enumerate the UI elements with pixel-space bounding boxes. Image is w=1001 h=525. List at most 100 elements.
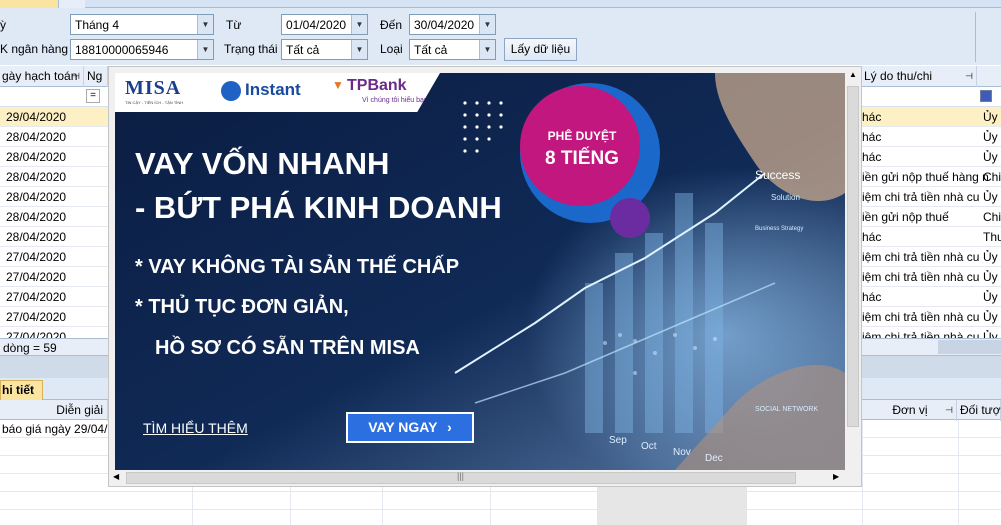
hscroll-thumb[interactable] (938, 340, 1001, 354)
row-type: Ủy (983, 310, 998, 324)
tu-value: 01/04/2020 (286, 18, 347, 32)
row-date: 27/04/2020 (6, 310, 67, 324)
loai-select[interactable]: Tất cả ▼ (409, 39, 496, 60)
chevron-down-icon[interactable]: ▼ (479, 15, 495, 34)
logo-bar: MISA TIN CẬY - TIỆN ÍCH - TẬN TÌNH Insta… (115, 73, 440, 112)
row-date: 29/04/2020 (6, 110, 67, 124)
chevron-right-icon: › (447, 419, 452, 435)
row-type: Ủy (983, 190, 998, 204)
checkbox-icon[interactable] (980, 90, 992, 102)
row-date: 28/04/2020 (6, 150, 67, 164)
bg-success-text: Success (755, 168, 801, 182)
tu-label: Từ (226, 18, 242, 32)
vscroll-thumb[interactable] (847, 86, 859, 427)
detail-row[interactable] (0, 510, 1001, 525)
col-don-vi-header[interactable]: Đơn vị ⊣ (862, 400, 957, 421)
row-reason: iệm chi trả tiền nhà cu (862, 250, 980, 264)
vay-ngay-button[interactable]: VAY NGAY › (346, 412, 474, 443)
ky-value: Tháng 4 (75, 18, 120, 32)
tk-value: 18810000065946 (75, 43, 169, 57)
row-type: Ủy (983, 130, 998, 144)
vay-ngay-label: VAY NGAY (368, 419, 438, 435)
trangthai-select[interactable]: Tất cả ▼ (281, 39, 368, 60)
badge-line1: PHÊ DUYỆT (547, 129, 617, 143)
headline-2: - BỨT PHÁ KINH DOANH (135, 190, 502, 225)
tpbank-tagline: Vì chúng tôi hiểu bạn (362, 97, 428, 104)
row-reason: hác (862, 230, 882, 244)
detail-row[interactable] (0, 492, 1001, 510)
col-doi-tuong-header[interactable]: Đối tượ (958, 400, 1001, 421)
row-count: dòng = 59 (3, 341, 57, 355)
grid-line (862, 420, 863, 525)
tk-label: K ngân hàng (0, 42, 69, 56)
row-reason: hác (862, 150, 882, 164)
document-tab[interactable] (58, 0, 85, 8)
trangthai-value: Tất cả (286, 43, 320, 57)
scroll-left-icon[interactable]: ◀ (113, 472, 119, 481)
pin-icon: ⊣ (945, 405, 953, 415)
tab-chi-tiet[interactable]: hi tiết (0, 380, 43, 400)
row-date: 28/04/2020 (6, 210, 67, 224)
row-reason: iệm chi trả tiền nhà cu (862, 190, 980, 204)
month-label: Sep (609, 435, 627, 446)
col-ng-header[interactable]: Ng (85, 66, 108, 87)
scroll-up-icon[interactable]: ▲ (849, 70, 857, 79)
row-type: Chi (983, 210, 1001, 224)
col-reason-header[interactable]: Lý do thu/chi ⊣ (862, 66, 977, 87)
den-date-input[interactable]: 30/04/2020 ▼ (409, 14, 496, 35)
col-dien-giai-header[interactable]: Diễn giải (0, 400, 108, 421)
month-label: Nov (673, 447, 691, 458)
bullet-3: HỒ SƠ CÓ SẴN TRÊN MISA (155, 337, 420, 359)
row-type: Ủy (983, 110, 998, 124)
col-date-header[interactable]: gày hạch toán ⊣ (0, 66, 84, 87)
instant-logo: Instant (245, 80, 301, 99)
row-date: 28/04/2020 (6, 230, 67, 244)
misa-logo: MISA (125, 77, 182, 99)
ky-select[interactable]: Tháng 4 ▼ (70, 14, 214, 35)
bg-social-text: SOCIAL NETWORK (755, 406, 819, 413)
row-date: 27/04/2020 (6, 250, 67, 264)
row-reason: iệm chi trả tiền nhà cu (862, 310, 980, 324)
learn-more-link[interactable]: TÌM HIỂU THÊM (143, 420, 248, 436)
fetch-data-button[interactable]: Lấy dữ liệu (504, 38, 577, 61)
row-date: 28/04/2020 (6, 170, 67, 184)
row-date: 27/04/2020 (6, 270, 67, 284)
ky-label: ỳ (0, 18, 6, 32)
bullet-2: * THỦ TỤC ĐƠN GIẢN, (135, 296, 349, 318)
filter-eq-icon[interactable]: = (86, 89, 100, 103)
instant-logo-icon (221, 81, 241, 101)
row-date: 27/04/2020 (6, 290, 67, 304)
row-date: 28/04/2020 (6, 130, 67, 144)
row-type: Ủy (983, 270, 998, 284)
ad-banner[interactable]: MISA TIN CẬY - TIỆN ÍCH - TẬN TÌNH Insta… (115, 73, 845, 470)
chevron-down-icon[interactable]: ▼ (197, 40, 213, 59)
bg-solution-text: Solution (771, 193, 800, 202)
tk-select[interactable]: 18810000065946 ▼ (70, 39, 214, 60)
den-label: Đến (380, 18, 403, 32)
grip-icon: ||| (457, 471, 465, 481)
chevron-down-icon[interactable]: ▼ (351, 40, 367, 59)
badge-line2: 8 TIẾNG (545, 148, 619, 169)
tpbank-logo-icon: ▼ (332, 78, 344, 92)
row-reason: iền gửi nộp thuế hàng n (862, 170, 989, 184)
pin-icon: ⊣ (72, 71, 80, 81)
chevron-down-icon[interactable]: ▼ (479, 40, 495, 59)
hscroll-thumb[interactable]: ||| (126, 471, 796, 484)
pin-icon: ⊣ (965, 71, 973, 81)
tu-date-input[interactable]: 01/04/2020 ▼ (281, 14, 368, 35)
bg-strategy-text: Business Strategy (755, 226, 804, 232)
row-reason: hác (862, 290, 882, 304)
active-document-tab[interactable] (0, 0, 58, 8)
row-type: Ủy (983, 150, 998, 164)
loai-label: Loại (380, 42, 403, 56)
loai-value: Tất cả (414, 43, 448, 57)
row-reason: iền gửi nộp thuế (862, 210, 949, 224)
scroll-right-icon[interactable]: ▶ (833, 472, 839, 481)
chevron-down-icon[interactable]: ▼ (197, 15, 213, 34)
row-reason: iệm chi trả tiền nhà cu (862, 270, 980, 284)
selected-cell[interactable] (597, 487, 747, 525)
chevron-down-icon[interactable]: ▼ (351, 15, 367, 34)
row-reason: hác (862, 110, 882, 124)
row-date: 28/04/2020 (6, 190, 67, 204)
month-label: Oct (641, 441, 657, 452)
